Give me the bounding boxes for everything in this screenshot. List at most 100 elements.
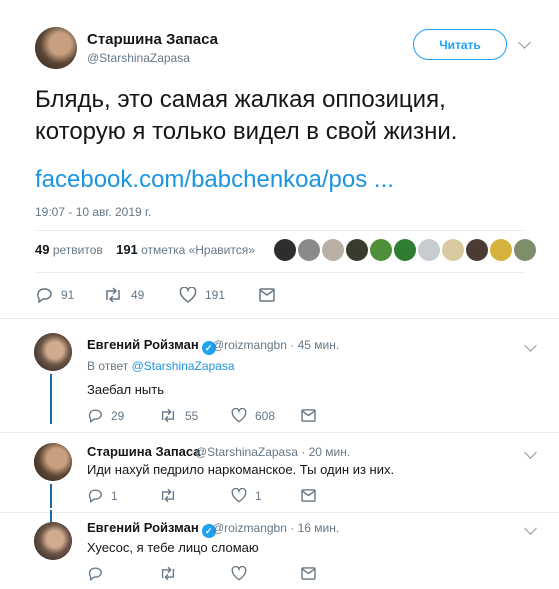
retweet-button[interactable]: 49 xyxy=(103,287,179,303)
divider xyxy=(0,432,559,433)
thread-line xyxy=(50,374,52,424)
reply-icon xyxy=(88,489,102,503)
liker-avatar[interactable] xyxy=(370,239,392,261)
retweets-label: ретвитов xyxy=(52,243,103,257)
liker-avatar[interactable] xyxy=(418,239,440,261)
reply-author-name[interactable]: Евгений Ройзман ✓ xyxy=(87,337,216,355)
like-count: 191 xyxy=(205,288,226,302)
reply-count: 29 xyxy=(111,408,125,423)
reply-author-handle[interactable]: @StarshinaZapasa · 20 мин. xyxy=(195,445,350,459)
dm-button[interactable] xyxy=(301,567,316,580)
like-button[interactable]: 191 xyxy=(179,287,259,303)
retweet-icon xyxy=(106,287,120,303)
reply-time: · 20 мин. xyxy=(301,445,351,459)
reply-author-name-text: Евгений Ройзман xyxy=(87,337,199,352)
reply-actions xyxy=(87,566,316,581)
follow-button[interactable]: Читать xyxy=(413,29,507,60)
reply-button[interactable] xyxy=(87,566,159,581)
reply-author-name[interactable]: Евгений Ройзман ✓ xyxy=(87,520,216,538)
reply-time: · 45 мин. xyxy=(290,338,340,352)
dm-icon xyxy=(301,409,316,422)
retweet-count: 55 xyxy=(185,408,199,423)
reply-icon xyxy=(88,409,102,423)
reply-text: Хуесос, я тебе лицо сломаю xyxy=(87,540,259,555)
reply-avatar[interactable] xyxy=(34,443,72,481)
liker-avatar[interactable] xyxy=(514,239,536,261)
liker-avatar[interactable] xyxy=(394,239,416,261)
liker-avatar[interactable] xyxy=(298,239,320,261)
liker-avatar[interactable] xyxy=(322,239,344,261)
reply-count: 91 xyxy=(61,288,75,302)
reply-avatar[interactable] xyxy=(34,522,72,560)
like-count: 1 xyxy=(255,488,262,503)
reply-button[interactable]: 29 xyxy=(87,408,159,423)
liker-avatar[interactable] xyxy=(346,239,368,261)
in-reply-handle[interactable]: @StarshinaZapasa xyxy=(132,359,235,373)
divider xyxy=(0,512,559,513)
reply-button[interactable]: 1 xyxy=(87,488,159,503)
chevron-down-icon[interactable] xyxy=(524,446,537,459)
author-avatar[interactable] xyxy=(35,27,77,69)
reply-author-handle[interactable]: @roizmangbn · 45 мин. xyxy=(212,338,339,352)
dm-button[interactable] xyxy=(301,489,316,502)
in-reply-label: В ответ xyxy=(87,359,129,373)
author-name[interactable]: Старшина Запаса xyxy=(87,31,218,48)
like-button[interactable]: 608 xyxy=(231,408,301,423)
retweets-count: 49 xyxy=(35,242,50,257)
reply-author-handle[interactable]: @roizmangbn · 16 мин. xyxy=(212,521,339,535)
reply-author-name[interactable]: Старшина Запаса xyxy=(87,444,201,459)
reply-actions: 29 55 608 xyxy=(87,408,316,423)
liker-avatars xyxy=(274,239,536,261)
reply-handle-text: @StarshinaZapasa xyxy=(195,445,298,459)
like-stat[interactable]: 191 отметка «Нравится» xyxy=(116,242,255,257)
chevron-down-icon[interactable] xyxy=(524,522,537,535)
liker-avatar[interactable] xyxy=(442,239,464,261)
reply-time: · 16 мин. xyxy=(290,521,340,535)
reply-icon xyxy=(88,567,102,581)
liker-avatar[interactable] xyxy=(274,239,296,261)
retweet-icon xyxy=(161,488,175,503)
dm-button[interactable] xyxy=(259,288,275,302)
tweet-text: Блядь, это самая жалкая оппозиция, котор… xyxy=(35,86,458,145)
divider xyxy=(35,230,525,231)
dm-button[interactable] xyxy=(301,409,316,422)
like-button[interactable]: 1 xyxy=(231,488,301,503)
liker-avatar[interactable] xyxy=(466,239,488,261)
retweet-button[interactable] xyxy=(159,488,231,503)
chevron-down-icon[interactable] xyxy=(518,36,531,49)
reply-handle-text: @roizmangbn xyxy=(212,338,287,352)
tweet-link[interactable]: facebook.com/babchenkoa/pos ... xyxy=(35,166,394,194)
reply-button[interactable]: 91 xyxy=(35,287,103,303)
thread-line xyxy=(50,484,52,508)
divider xyxy=(0,318,559,319)
reply-handle-text: @roizmangbn xyxy=(212,521,287,535)
chevron-down-icon[interactable] xyxy=(524,339,537,352)
dm-icon xyxy=(301,567,316,580)
likes-label: отметка «Нравится» xyxy=(141,243,255,257)
retweet-stat[interactable]: 49 ретвитов xyxy=(35,242,103,257)
liker-avatar[interactable] xyxy=(490,239,512,261)
reply-text: Иди нахуй педрило наркоманское. Ты один … xyxy=(87,462,395,477)
reply-actions: 1 1 xyxy=(87,488,316,503)
in-reply-to: В ответ @StarshinaZapasa xyxy=(87,359,235,373)
dm-icon xyxy=(259,288,275,302)
like-icon xyxy=(231,566,247,581)
retweet-icon xyxy=(161,408,175,423)
like-icon xyxy=(179,287,197,303)
author-handle[interactable]: @StarshinaZapasa xyxy=(87,51,190,65)
tweet-actions: 91 49 191 xyxy=(35,287,275,303)
thread-line xyxy=(50,510,52,522)
retweet-icon xyxy=(161,566,175,581)
reply-avatar[interactable] xyxy=(34,333,72,371)
dm-icon xyxy=(301,489,316,502)
like-button[interactable] xyxy=(231,566,301,581)
reply-text: Заебал ныть xyxy=(87,382,164,397)
retweet-button[interactable] xyxy=(159,566,231,581)
retweet-count: 49 xyxy=(131,288,145,302)
tweet-timestamp[interactable]: 19:07 - 10 авг. 2019 г. xyxy=(35,205,151,219)
reply-icon xyxy=(37,288,52,303)
retweet-button[interactable]: 55 xyxy=(159,408,231,423)
like-icon xyxy=(231,488,247,503)
tweet-stats: 49 ретвитов 191 отметка «Нравится» xyxy=(35,242,255,257)
reply-author-name-text: Евгений Ройзман xyxy=(87,520,199,535)
